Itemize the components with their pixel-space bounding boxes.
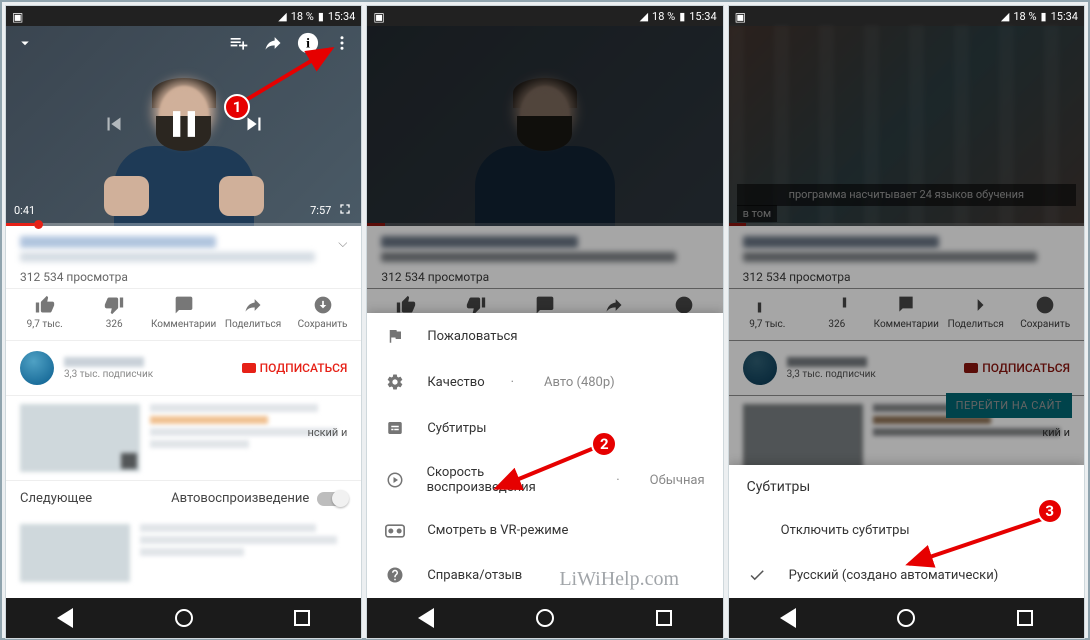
comments-button[interactable]: Комментарии <box>152 295 216 330</box>
signal-icon: ◢ <box>278 10 286 23</box>
captions-icon <box>385 419 405 437</box>
collapse-icon[interactable] <box>16 34 34 56</box>
action-bar: 9,7 тыс. 326 Комментарии Поделиться Сохр… <box>6 289 361 341</box>
pause-icon[interactable] <box>162 102 206 150</box>
annotation-badge-3: 3 <box>1037 498 1063 524</box>
status-bar: ▣ ◢ 18 % ▮ 15:34 <box>6 6 361 26</box>
speed-icon <box>385 471 404 489</box>
nav-recents-icon[interactable] <box>294 610 310 626</box>
channel-avatar[interactable] <box>20 351 54 385</box>
menu-vr[interactable]: Смотреть в VR-режиме <box>367 509 722 552</box>
captions-header: Субтитры <box>729 465 1084 509</box>
autoplay-label: Автовоспроизведение <box>171 491 309 506</box>
gear-icon <box>385 373 405 391</box>
share-button[interactable]: Поделиться <box>221 295 285 330</box>
suggested-video[interactable]: нский и <box>6 396 361 480</box>
help-icon <box>385 566 405 584</box>
save-button[interactable]: Сохранить <box>291 295 355 330</box>
vr-icon <box>385 524 405 538</box>
next-video[interactable] <box>6 516 361 590</box>
nav-home-icon[interactable] <box>175 609 193 627</box>
annotation-badge-1: 1 <box>224 94 250 120</box>
current-time: 0:41 <box>14 204 35 217</box>
status-bar: ▣◢ 18 %▮ 15:34 <box>367 6 722 26</box>
fullscreen-icon[interactable] <box>337 201 353 220</box>
like-button[interactable]: 9,7 тыс. <box>13 295 77 330</box>
dislike-button[interactable]: 326 <box>82 295 146 330</box>
subscribe-button[interactable]: ПОДПИСАТЬСЯ <box>242 361 348 375</box>
channel-row[interactable]: 3,3 тыс. подписчик ПОДПИСАТЬСЯ <box>6 341 361 396</box>
check-icon <box>747 566 767 584</box>
battery-pct: 18 % <box>291 10 314 23</box>
screenshot-icon: ▣ <box>12 10 23 24</box>
up-next-label: Следующее <box>20 491 92 506</box>
watermark: LiWiHelp.com <box>559 568 679 591</box>
phone-screenshot-3: ▣◢18 %▮15:34 программа насчитывает 24 яз… <box>728 5 1085 639</box>
autoplay-toggle[interactable] <box>317 492 347 506</box>
menu-quality[interactable]: Качество·Авто (480p) <box>367 359 722 405</box>
phone-screenshot-1: ▣ ◢ 18 % ▮ 15:34 i 0:41 7:57 1 ⌵ <box>5 5 362 639</box>
view-count: 312 534 просмотра <box>20 270 347 284</box>
prev-icon[interactable] <box>101 111 127 141</box>
duration: 7:57 <box>310 204 331 217</box>
suggestion-tail-text: нский и <box>308 426 348 439</box>
phone-screenshot-2: ▣◢ 18 %▮ 15:34 312 534 просмотра 9,7 тыс… <box>366 5 723 639</box>
battery-icon: ▮ <box>318 10 324 23</box>
nav-back-icon[interactable] <box>57 608 73 628</box>
subscriber-count: 3,3 тыс. подписчик <box>64 369 153 380</box>
up-next-row: Следующее Автовоспроизведение <box>6 480 361 516</box>
menu-report[interactable]: Пожаловаться <box>367 313 722 359</box>
clock: 15:34 <box>328 10 355 23</box>
android-navbar <box>6 598 361 638</box>
flag-icon <box>385 327 405 345</box>
video-meta[interactable]: ⌵ 312 534 просмотра <box>6 226 361 289</box>
expand-caret-icon[interactable]: ⌵ <box>338 236 347 251</box>
